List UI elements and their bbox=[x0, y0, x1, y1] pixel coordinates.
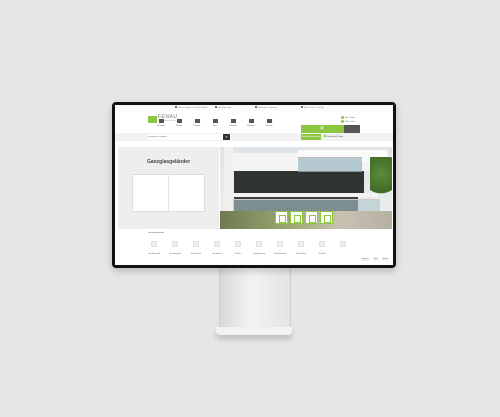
tools-icon: ✕ bbox=[319, 126, 325, 132]
monitor-stand-base bbox=[216, 327, 292, 335]
hero-thumbnail[interactable] bbox=[320, 211, 333, 224]
nav-item-balkon[interactable]: Balkon bbox=[171, 119, 187, 133]
category-label[interactable]: Glas-Glas bbox=[314, 254, 330, 256]
hero-thumbnail[interactable] bbox=[275, 211, 288, 224]
tools-icon bbox=[231, 119, 236, 123]
user-icon bbox=[341, 116, 344, 119]
category-tile[interactable] bbox=[256, 241, 262, 247]
stairs-icon bbox=[195, 119, 200, 123]
nav-item-treppen[interactable]: Treppen bbox=[189, 119, 205, 133]
account-link[interactable]: Mein Konto Warenkorb bbox=[341, 116, 355, 124]
category-tile[interactable] bbox=[340, 241, 346, 247]
category-label[interactable]: Glas-Bodenprofil bbox=[167, 254, 183, 256]
category-tile[interactable] bbox=[193, 241, 199, 247]
shop-link[interactable]: Produktwelt Shop bbox=[324, 134, 343, 140]
topbar-item[interactable]: Service-Hotline +49 5921 304950 bbox=[175, 106, 208, 109]
shop-icon bbox=[324, 135, 326, 138]
category-labels: Glas-Bodenprofil Glas-Bodenprofil Glas-H… bbox=[115, 254, 393, 262]
railing-icon bbox=[159, 119, 164, 123]
glass-railing-upper bbox=[298, 157, 362, 172]
mount-icon bbox=[249, 119, 254, 123]
building-pillar bbox=[224, 147, 233, 211]
category-label[interactable]: Glas-Klemme bbox=[209, 254, 225, 256]
cart-icon bbox=[341, 120, 344, 124]
hero-thumbnail[interactable] bbox=[290, 211, 303, 224]
category-label[interactable]: Glas-Handlauf bbox=[293, 254, 309, 256]
site-header: FENAU Sicher durchs Leben Geländer Balko… bbox=[115, 111, 393, 133]
content-box bbox=[132, 174, 205, 212]
balcony-icon bbox=[177, 119, 182, 123]
nav-item-gelaender[interactable]: Geländer bbox=[153, 119, 169, 133]
category-label[interactable]: Glas-Bodenprofil bbox=[146, 254, 162, 256]
dark-banner[interactable] bbox=[344, 125, 360, 133]
building-floor bbox=[234, 171, 364, 193]
contact-icon bbox=[267, 119, 272, 123]
search-row: ⌕ Geländerkonfigurator Produktwelt Shop bbox=[115, 133, 393, 141]
category-label[interactable]: Glas-Bodenprofil bbox=[272, 254, 288, 256]
footer-button[interactable]: Sortieren bbox=[361, 258, 370, 261]
category-label[interactable]: Glas-Abdeckung bbox=[251, 254, 267, 256]
monitor: Service-Hotline +49 5921 304950 Info@fen… bbox=[112, 102, 396, 268]
document-icon bbox=[279, 215, 286, 223]
topbar-item: Kostenlose Lieferung bbox=[255, 106, 277, 109]
category-label[interactable]: Glas-Handlauf bbox=[188, 254, 204, 256]
screen: Service-Hotline +49 5921 304950 Info@fen… bbox=[115, 105, 393, 265]
category-tile[interactable] bbox=[319, 241, 325, 247]
document-icon bbox=[309, 215, 316, 223]
category-tile[interactable] bbox=[277, 241, 283, 247]
category-intro-panel: Ganzglasgeländer bbox=[118, 147, 219, 229]
clock-icon bbox=[301, 106, 303, 108]
document-icon bbox=[324, 215, 331, 223]
category-tile[interactable] bbox=[214, 241, 220, 247]
document-icon bbox=[294, 215, 301, 223]
hero-image bbox=[220, 147, 392, 229]
nav-item-kontakt[interactable]: Kontakt bbox=[261, 119, 277, 133]
nav-item-glas[interactable]: Glas bbox=[207, 119, 223, 133]
configurator-button[interactable]: Geländerkonfigurator bbox=[301, 134, 321, 140]
search-icon: ⌕ bbox=[225, 134, 228, 139]
page-title: Ganzglasgeländer bbox=[146, 159, 191, 165]
category-label[interactable]: Zubehör bbox=[230, 254, 246, 256]
search-button[interactable]: ⌕ bbox=[223, 134, 230, 140]
footer-button[interactable]: Ansicht bbox=[382, 258, 390, 261]
breadcrumb[interactable]: Ganzglasgeländer bbox=[148, 232, 164, 234]
footer-button[interactable]: Filter bbox=[373, 258, 379, 261]
category-tile[interactable] bbox=[298, 241, 304, 247]
category-tile[interactable] bbox=[235, 241, 241, 247]
truck-icon bbox=[255, 106, 257, 108]
nav-item-montage[interactable]: Montage bbox=[243, 119, 259, 133]
divider bbox=[168, 175, 169, 211]
category-tiles bbox=[115, 241, 393, 249]
mail-icon bbox=[215, 106, 217, 108]
category-tile[interactable] bbox=[172, 241, 178, 247]
tree bbox=[370, 157, 392, 199]
hero-thumbnails bbox=[275, 211, 355, 225]
topbar-item: Mo-Fr 8:00 - 17:00 Uhr bbox=[301, 106, 324, 109]
configurator-banner[interactable]: ✕ bbox=[301, 125, 344, 133]
nav-item-zubehoer[interactable]: Zubehör bbox=[225, 119, 241, 133]
search-input[interactable] bbox=[148, 134, 231, 140]
category-tile[interactable] bbox=[151, 241, 157, 247]
hero-thumbnail[interactable] bbox=[305, 211, 318, 224]
topbar-item[interactable]: Info@fenau.de bbox=[215, 106, 231, 109]
phone-icon bbox=[175, 106, 177, 108]
glass-icon bbox=[213, 119, 218, 123]
monitor-stand-neck bbox=[219, 266, 291, 329]
